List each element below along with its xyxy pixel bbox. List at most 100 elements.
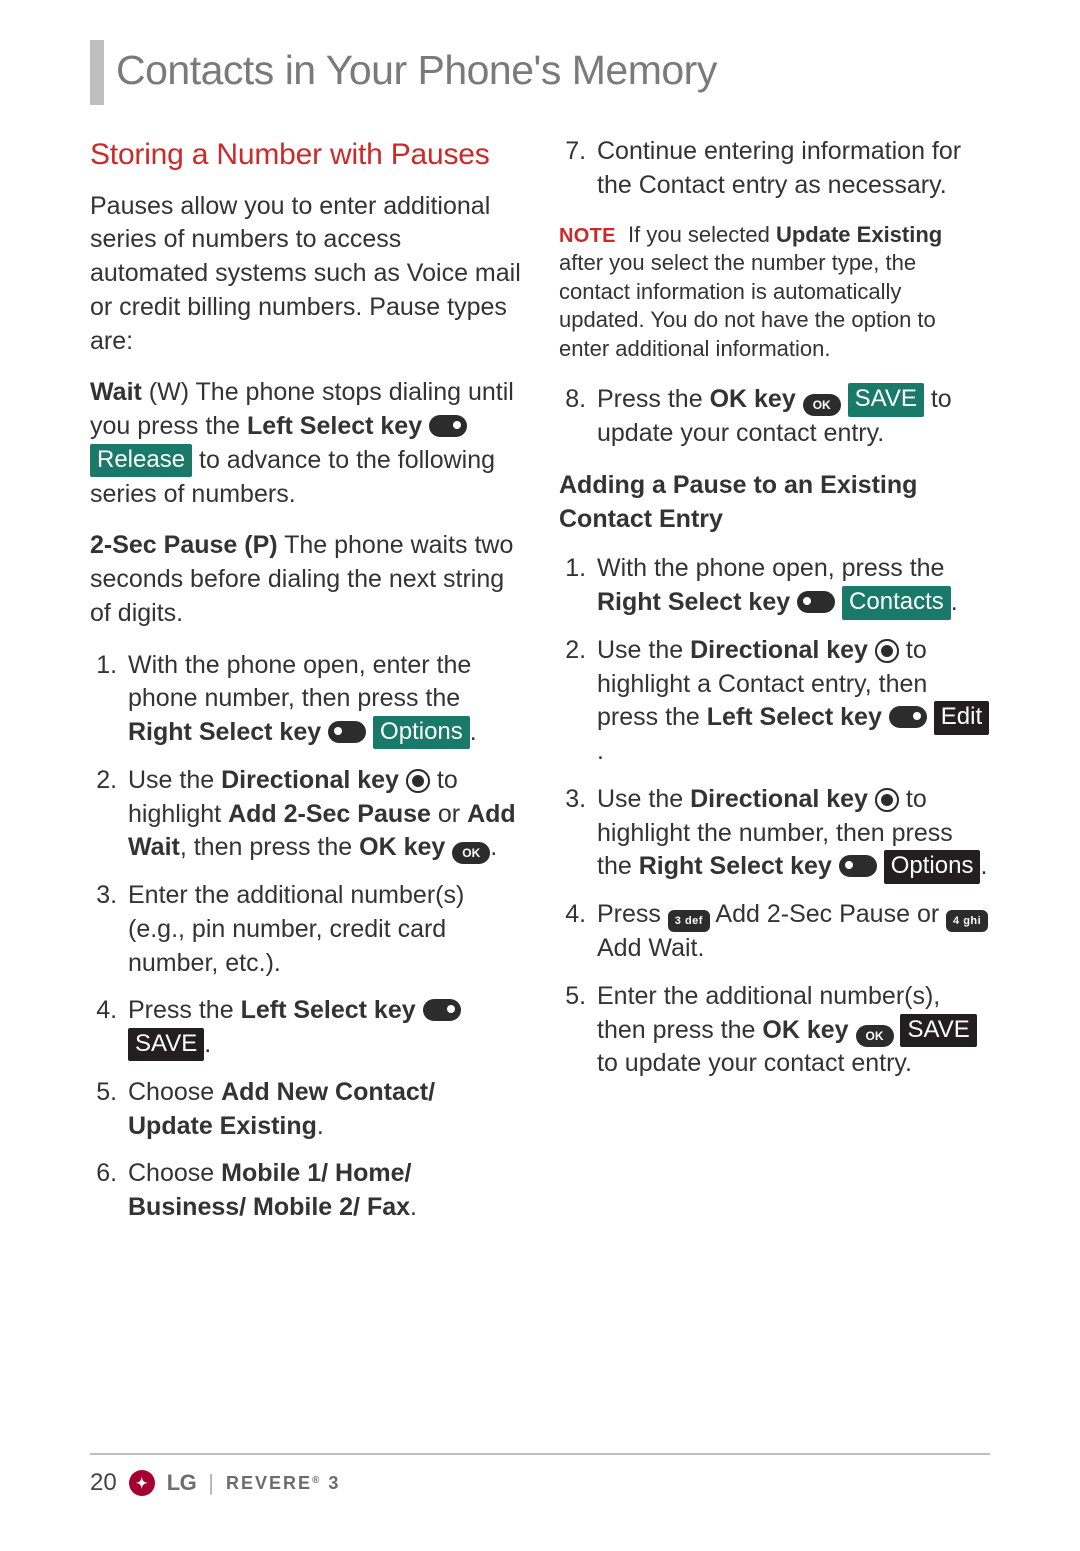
b3a: Use the [597,785,690,813]
s1c: . [470,718,477,746]
s2a: Use the [128,766,221,794]
footer-pipe: | [208,1470,214,1496]
pause2-label: 2-Sec Pause (P) [90,531,278,559]
contacts-badge: Contacts [842,586,951,619]
step-8: Press the OK key OK SAVE to update your … [593,383,990,451]
options-badge-dark: Options [884,850,981,883]
lg-logo-icon: ✦ [129,1470,155,1496]
ok-key-label3: OK key [762,1016,848,1044]
note-label: NOTE [559,225,616,247]
manual-page: Contacts in Your Phone's Memory Storing … [0,0,1080,1551]
s1a: With the phone open, enter the phone num… [128,651,471,713]
s6a: Choose [128,1159,221,1187]
ok-key-label2: OK key [710,385,796,413]
s2e: or [431,800,467,828]
intro-paragraph: Pauses allow you to enter additional ser… [90,190,521,359]
left-select-key-label2: Left Select key [241,996,416,1024]
lg-brand-text: LG [167,1470,197,1496]
note-a: If you selected [628,222,776,247]
step-1: With the phone open, enter the phone num… [124,649,521,750]
model-suffix: 3 [328,1473,340,1493]
s4c: . [204,1030,211,1058]
page-number: 20 [90,1469,117,1497]
left-select-key-icon [429,415,467,437]
wait-code: (W) [142,378,196,406]
b3e: . [980,852,987,880]
bstep-5: Enter the additional number(s), then pre… [593,980,990,1081]
b1a: With the phone open, press the [597,554,944,582]
step-7: Continue entering information for the Co… [593,135,990,203]
directional-key-icon [406,769,430,793]
title-bar: Contacts in Your Phone's Memory [90,40,990,105]
directional-key-label: Directional key [221,766,399,794]
b1c: . [951,588,958,616]
options-badge: Options [373,716,470,749]
model-name: REVERE® 3 [226,1473,340,1494]
steps-list-b: With the phone open, press the Right Sel… [559,552,990,1081]
edit-badge: Edit [934,701,989,734]
left-select-key-icon2 [423,999,461,1021]
left-select-key-label3: Left Select key [707,703,882,731]
bstep-3: Use the Directional key to highlight the… [593,783,990,884]
steps-list-a-cont2: Press the OK key OK SAVE to update your … [559,383,990,451]
s5c: . [317,1112,324,1140]
left-select-key-icon3 [889,706,927,728]
release-badge: Release [90,444,192,477]
left-select-key-label: Left Select key [247,412,422,440]
note-b: Update Existing [776,222,942,247]
directional-key-label2: Directional key [690,636,868,664]
ok-key-label: OK key [359,833,445,861]
bstep-2: Use the Directional key to highlight a C… [593,634,990,769]
b5c: to update your contact entry. [597,1049,912,1077]
right-select-key-icon [328,721,366,743]
step-6: Choose Mobile 1/ Home/ Business/ Mobile … [124,1157,521,1225]
right-column: Continue entering information for the Co… [559,135,990,1243]
wait-paragraph: Wait (W) The phone stops dialing until y… [90,376,521,511]
left-column: Storing a Number with Pauses Pauses allo… [90,135,521,1243]
s2g: , then press the [180,833,359,861]
right-select-key-icon2 [797,591,835,613]
directional-key-icon3 [875,788,899,812]
save-badge-green: SAVE [848,383,924,416]
right-select-key-icon3 [839,855,877,877]
section-heading: Storing a Number with Pauses [90,135,521,176]
save-badge: SAVE [128,1028,204,1061]
sub-heading: Adding a Pause to an Existing Contact En… [559,469,990,537]
step-2: Use the Directional key to highlight Add… [124,764,521,865]
s6c: . [410,1193,417,1221]
s5a: Choose [128,1078,221,1106]
b4c: Add Wait. [597,934,704,962]
s4a: Press the [128,996,241,1024]
note-block: NOTE If you selected Update Existing aft… [559,221,990,364]
page-title: Contacts in Your Phone's Memory [116,48,717,93]
key-4-icon: 4 ghi [946,910,988,932]
ok-key-icon3: OK [856,1025,894,1047]
step-5: Choose Add New Contact/ Update Existing. [124,1076,521,1144]
page-footer: 20 ✦ LG | REVERE® 3 [90,1453,990,1497]
steps-list-a: With the phone open, enter the phone num… [90,649,521,1225]
model-text: REVERE [226,1473,312,1493]
s8a: Press the [597,385,710,413]
ok-key-icon: OK [452,842,490,864]
bstep-1: With the phone open, press the Right Sel… [593,552,990,620]
right-select-key-label: Right Select key [128,718,321,746]
directional-key-icon2 [875,639,899,663]
footer-divider [90,1453,990,1455]
ok-key-icon2: OK [803,394,841,416]
right-select-key-label3: Right Select key [639,852,832,880]
right-select-key-label2: Right Select key [597,588,790,616]
steps-list-a-cont: Continue entering information for the Co… [559,135,990,203]
footer-row: 20 ✦ LG | REVERE® 3 [90,1469,990,1497]
s2d: Add 2-Sec Pause [228,800,431,828]
b4a: Press [597,900,668,928]
title-indent-bar [90,40,104,105]
key-3-icon: 3 def [668,910,710,932]
b2e: . [597,737,604,765]
note-c: after you select the number type, the co… [559,250,936,361]
bstep-4: Press 3 def Add 2-Sec Pause or 4 ghi Add… [593,898,990,966]
content-columns: Storing a Number with Pauses Pauses allo… [90,135,990,1243]
save-badge-dark: SAVE [900,1014,976,1047]
wait-label: Wait [90,378,142,406]
s2i: . [490,833,497,861]
directional-key-label3: Directional key [690,785,868,813]
